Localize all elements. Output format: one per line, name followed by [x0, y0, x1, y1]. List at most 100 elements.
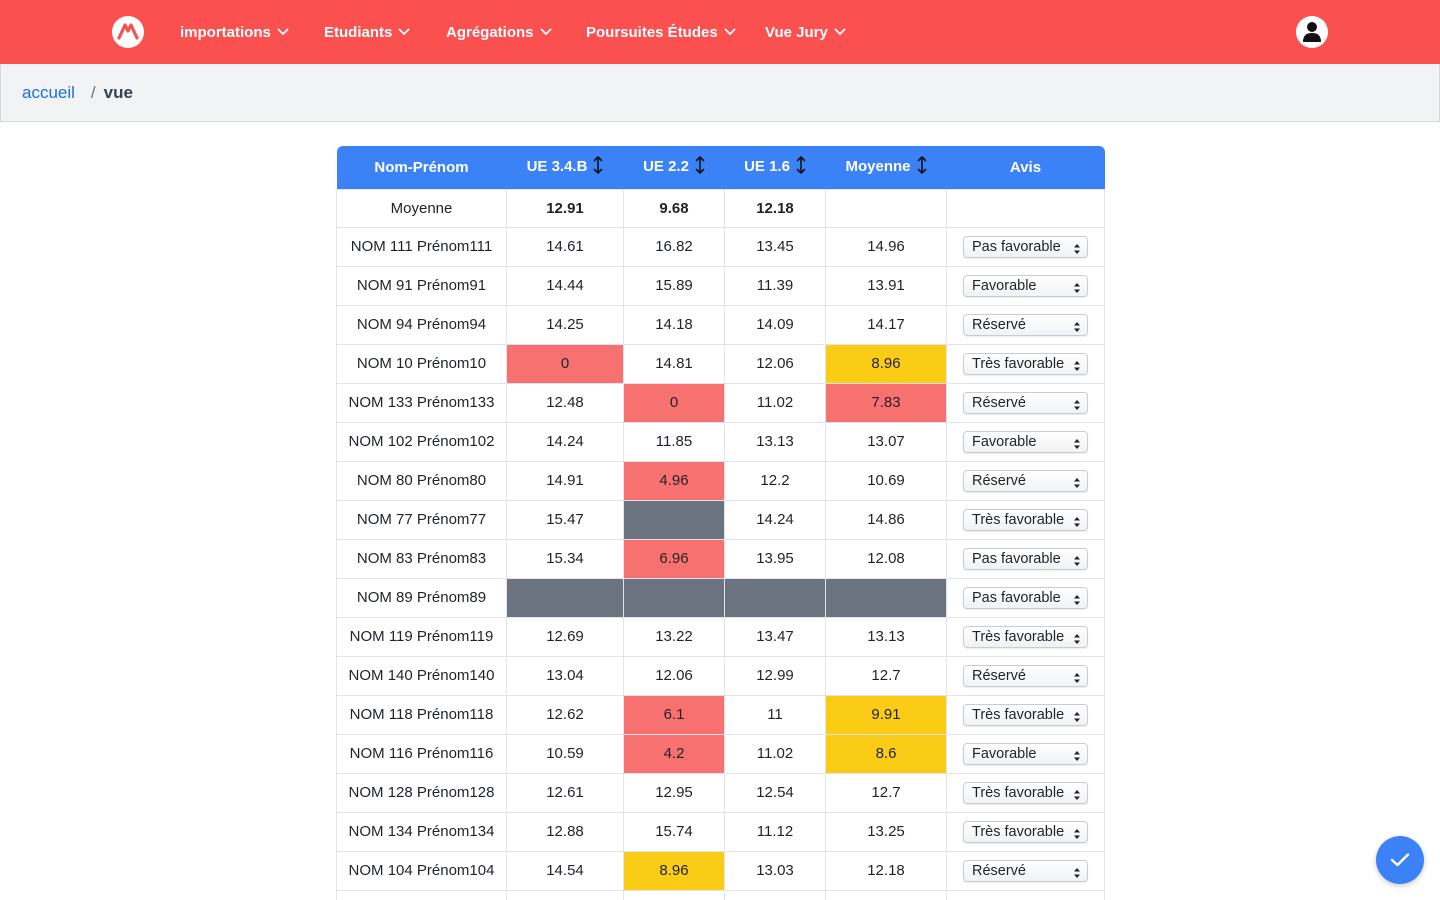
app-logo-icon[interactable] — [112, 16, 144, 48]
sort-arrows-icon[interactable] — [593, 155, 603, 179]
avis-cell: Très favorable — [946, 811, 1105, 852]
nav-menu-2[interactable]: Agrégations — [446, 0, 552, 64]
select-arrows-icon — [1073, 436, 1081, 456]
grade-cell: 14.96 — [825, 226, 947, 267]
grade-cell: 12.48 — [506, 382, 624, 423]
avis-select[interactable]: Favorable — [963, 430, 1088, 456]
nav-menu-1[interactable]: Etudiants — [324, 0, 410, 64]
grade-cell: 12.99 — [724, 655, 826, 696]
avis-select[interactable]: Favorable — [963, 742, 1088, 768]
grade-cell: 11.85 — [623, 421, 725, 462]
student-name: NOM 10 Prénom10 — [336, 343, 507, 384]
avis-select[interactable]: Réservé — [963, 469, 1088, 492]
table-row: NOM 102 Prénom102 14.24 11.85 13.13 13.07 Fav… — [336, 421, 1105, 462]
grade-cell: 12.69 — [506, 616, 624, 657]
table-row: NOM 10 Prénom10 0 14.81 12.06 8.96 Très favor… — [336, 343, 1105, 384]
column-header-0: Nom-Prénom — [336, 146, 507, 189]
table-row: NOM 83 Prénom83 15.34 6.96 13.95 12.08 Pas fa… — [336, 538, 1105, 579]
grade-cell: 10.69 — [825, 460, 947, 501]
nav-menu-3[interactable]: Poursuites Études — [586, 0, 736, 64]
sort-arrows-icon[interactable] — [917, 155, 927, 179]
check-icon — [1390, 853, 1410, 867]
avis-select[interactable]: Très favorable — [963, 820, 1088, 846]
validate-button[interactable] — [1376, 836, 1424, 884]
chevron-down-icon — [540, 28, 552, 36]
table-row: NOM 118 Prénom118 12.62 6.1 11 9.91 Très favo… — [336, 694, 1105, 735]
avis-select[interactable]: Pas favorable — [963, 586, 1088, 609]
sort-arrows-icon[interactable] — [796, 155, 806, 179]
column-header-1[interactable]: UE 3.4.B — [506, 146, 624, 189]
avis-cell — [946, 889, 1105, 900]
select-arrows-icon — [1073, 631, 1081, 651]
student-name: NOM 94 Prénom94 — [336, 304, 507, 345]
grade-cell: 15.47 — [506, 499, 624, 540]
table-row: NOM 111 Prénom111 14.61 16.82 13.45 14.96 Pas… — [336, 226, 1105, 267]
grade-cell: 14.91 — [506, 460, 624, 501]
column-header-2[interactable]: UE 2.2 — [623, 146, 725, 189]
avis-select[interactable]: Favorable — [963, 274, 1088, 300]
average-value — [825, 188, 947, 228]
avis-select[interactable]: Réservé — [963, 313, 1088, 336]
average-value — [946, 188, 1105, 228]
select-arrows-icon — [1073, 397, 1081, 417]
average-value: 9.68 — [623, 188, 725, 228]
breadcrumb-home-link[interactable]: accueil — [22, 83, 75, 103]
grade-cell — [724, 577, 826, 618]
grade-cell — [825, 577, 947, 618]
avis-select[interactable]: Pas favorable — [963, 547, 1088, 570]
grade-cell: 10.59 — [506, 733, 624, 774]
breadcrumb-current: vue — [103, 82, 133, 102]
avis-cell: Très favorable — [946, 772, 1105, 813]
grade-cell: 13.13 — [724, 421, 826, 462]
jury-table: Nom-Prénom UE 3.4.B UE 2.2 UE 1.6 Moyenne Avi… — [336, 146, 1105, 900]
select-arrows-icon — [1073, 241, 1081, 261]
select-arrows-icon — [1073, 748, 1081, 768]
avis-select[interactable]: Très favorable — [963, 781, 1088, 807]
grade-cell: 13.45 — [724, 226, 826, 267]
student-name: NOM 111 Prénom111 — [336, 226, 507, 267]
grade-cell: 14.44 — [506, 265, 624, 306]
grade-cell: 15.74 — [623, 811, 725, 852]
average-value: 12.91 — [506, 188, 624, 228]
grade-cell: 12.06 — [623, 655, 725, 696]
column-header-4[interactable]: Moyenne — [825, 146, 947, 189]
avis-cell: Réservé — [946, 850, 1105, 891]
grade-cell — [623, 499, 725, 540]
grade-cell — [506, 577, 624, 618]
avis-select[interactable]: Très favorable — [963, 508, 1088, 531]
student-name: NOM 77 Prénom77 — [336, 499, 507, 540]
grade-cell: 16.82 — [623, 226, 725, 267]
nav-menu-label: Agrégations — [446, 23, 534, 41]
grade-cell: 14.18 — [623, 304, 725, 345]
avis-select[interactable]: Réservé — [963, 859, 1088, 882]
select-arrows-icon — [1073, 787, 1081, 807]
avis-select[interactable]: Très favorable — [963, 703, 1088, 729]
nav-menu-label: importations — [180, 23, 271, 41]
avis-select[interactable]: Réservé — [963, 391, 1088, 417]
avis-select[interactable]: Très favorable — [963, 625, 1088, 651]
column-header-3[interactable]: UE 1.6 — [724, 146, 826, 189]
select-arrows-icon — [1073, 709, 1081, 729]
select-arrows-icon — [1073, 280, 1081, 300]
column-header-label: Avis — [1009, 158, 1042, 176]
grade-cell: 4.2 — [623, 733, 725, 774]
sort-arrows-icon[interactable] — [695, 155, 705, 179]
avis-select[interactable]: Pas favorable — [963, 235, 1088, 261]
column-header-label: UE 2.2 — [643, 158, 689, 176]
grade-cell — [623, 889, 725, 900]
top-navbar: importations Etudiants Agrégations Poursuit… — [0, 0, 1440, 64]
nav-menu-0[interactable]: importations — [180, 0, 289, 64]
avis-select-value: Pas favorable — [972, 238, 1061, 255]
grade-cell: 14.25 — [506, 304, 624, 345]
avis-select[interactable]: Très favorable — [963, 352, 1088, 375]
avis-select-value: Favorable — [972, 433, 1037, 450]
grade-cell — [623, 577, 725, 618]
avis-cell: Favorable — [946, 265, 1105, 306]
nav-menu-4[interactable]: Vue Jury — [765, 0, 846, 64]
avis-select[interactable]: Réservé — [963, 664, 1088, 687]
student-name: NOM 116 Prénom116 — [336, 733, 507, 774]
select-arrows-icon — [1073, 826, 1081, 846]
grade-cell: 14.86 — [825, 499, 947, 540]
user-account-button[interactable] — [1296, 16, 1328, 48]
avis-cell: Très favorable — [946, 499, 1105, 540]
